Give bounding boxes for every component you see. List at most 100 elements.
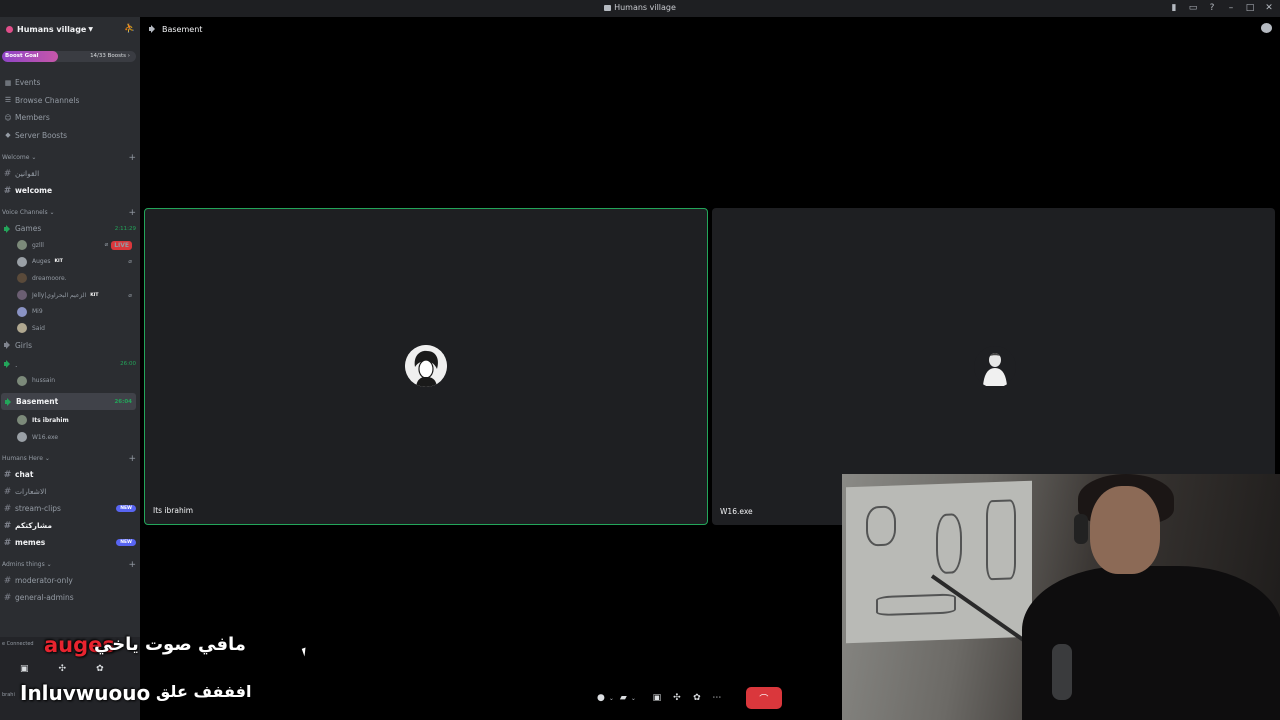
nav-item-members[interactable]: ☺ Members [0, 109, 140, 127]
participant-tile[interactable]: Its ibrahim [144, 208, 708, 525]
text-channel[interactable]: # memes NEW [0, 534, 140, 551]
screen-share-icon: ▣ [652, 693, 662, 703]
add-channel-icon[interactable]: + [128, 454, 136, 464]
chevron-down-icon[interactable]: ⌄ [631, 695, 636, 702]
add-channel-icon[interactable]: + [128, 560, 136, 570]
member-name: W16.exe [32, 433, 59, 441]
voice-channel-games[interactable]: Games 2:11:29 [0, 220, 140, 237]
soundboard-button[interactable]: ✿ [690, 690, 704, 706]
text-channel[interactable]: # مشاركتكم [0, 517, 140, 534]
live-badge: LIVE [111, 240, 132, 250]
screen-share-button[interactable]: ▣ [650, 690, 664, 706]
voice-member[interactable]: gzlll ⌀ LIVE [0, 237, 140, 254]
channel-label: chat [15, 470, 34, 480]
voice-channel-girls[interactable]: Girls [0, 337, 140, 354]
microphone-icon: ● [597, 693, 605, 703]
member-name: gzlll [32, 241, 44, 249]
participant-avatar [974, 346, 1016, 388]
hash-icon: # [3, 469, 12, 480]
speaker-icon [4, 397, 13, 406]
avatar [17, 240, 27, 251]
server-avatar-icon [6, 25, 13, 33]
avatar [17, 415, 27, 426]
text-channel[interactable]: # stream-clips NEW [0, 500, 140, 517]
maximize-icon[interactable]: □ [1245, 2, 1255, 14]
subtitle-username: Inluvwuouo [20, 681, 151, 705]
activity-icon[interactable]: ✣ [59, 664, 67, 674]
voice-member[interactable]: Mi9 [0, 303, 140, 320]
user-name[interactable]: brahi [0, 692, 15, 698]
nav-item-browse-channels[interactable]: ☰ Browse Channels [0, 92, 140, 110]
channel-label: الاشعارات [15, 487, 47, 497]
hash-icon: # [3, 168, 12, 179]
add-channel-icon[interactable]: + [128, 208, 136, 218]
activities-button[interactable]: ✣ [670, 690, 684, 706]
text-channel[interactable]: # general-admins [0, 589, 140, 606]
screen-share-icon[interactable]: ▣ [20, 664, 29, 674]
inbox-icon[interactable]: ▮ [1169, 2, 1179, 14]
channel-label: Basement [16, 397, 59, 407]
window-title: Humans village [0, 3, 1280, 12]
voice-member[interactable]: Said [0, 320, 140, 337]
call-controls: ● ⌄ ▰ ⌄ ▣ ✣ ✿ ⋯ ⌒ [597, 687, 782, 709]
voice-member[interactable]: dreamoore. [0, 270, 140, 287]
boost-goal-bar[interactable]: Boost Goal 14/33 Boosts › [2, 51, 136, 62]
close-icon[interactable]: ✕ [1264, 2, 1274, 14]
hangup-icon: ⌒ [759, 694, 769, 705]
category-label: Admins things [2, 561, 45, 569]
category-admins[interactable]: Admins things ⌄ + [0, 557, 140, 572]
server-name: Humans village [17, 24, 87, 34]
minimize-icon[interactable]: – [1226, 2, 1236, 14]
chevron-down-icon[interactable]: ⌄ [609, 695, 614, 702]
speaker-icon [148, 25, 157, 33]
add-channel-icon[interactable]: + [128, 153, 136, 163]
headset [1074, 514, 1088, 544]
channel-label: . [15, 359, 18, 369]
text-channel[interactable]: # moderator-only [0, 572, 140, 589]
chevron-down-icon: ▼ [88, 25, 93, 33]
disconnect-button[interactable]: ⌒ [745, 687, 782, 709]
channel-label: memes [15, 538, 46, 548]
mic-muted-icon: ⌀ [128, 258, 132, 266]
mic-button[interactable]: ● ⌄ [597, 690, 614, 706]
nav-item-label: Members [15, 113, 50, 123]
window-icon[interactable]: ▭ [1188, 2, 1198, 14]
soundboard-icon[interactable]: ✿ [96, 664, 104, 674]
voice-member[interactable]: W16.exe [0, 429, 140, 446]
hash-icon: # [3, 575, 12, 586]
more-button[interactable]: ⋯ [710, 690, 724, 706]
category-welcome[interactable]: Welcome ⌄ + [0, 150, 140, 165]
boost-count: 14/33 Boosts › [90, 53, 130, 59]
text-channel[interactable]: # القوانين [0, 165, 140, 182]
text-channel[interactable]: # chat [0, 466, 140, 483]
nav-item-events[interactable]: ▦ Events [0, 74, 140, 92]
avatar [17, 256, 27, 267]
server-header[interactable]: Humans village ▼ ⛹ [0, 17, 140, 41]
voice-member[interactable]: Auges KIT ⌀ [0, 254, 140, 271]
member-name: Mi9 [32, 308, 43, 316]
text-channel[interactable]: # الاشعارات [0, 483, 140, 500]
voice-member[interactable]: Its ibrahim [0, 412, 140, 429]
members-icon: ☺ [4, 113, 12, 122]
channel-timer: 26:04 [114, 398, 132, 405]
camera-button[interactable]: ▰ ⌄ [620, 690, 636, 706]
subtitle-text: مافي صوت ياخي [94, 634, 246, 655]
voice-member[interactable]: Jelly|الزعيم البحراوي KIT ⌀ [0, 287, 140, 304]
invite-icon[interactable]: ⛹ [124, 24, 135, 34]
category-humans-here[interactable]: Humans Here ⌄ + [0, 451, 140, 466]
avatar [17, 290, 27, 301]
voice-member[interactable]: hussain [0, 373, 140, 390]
member-name: dreamoore. [32, 274, 67, 282]
chat-bubble-icon[interactable] [1261, 23, 1272, 33]
category-voice[interactable]: Voice Channels ⌄ + [0, 205, 140, 220]
whiteboard [846, 480, 1032, 644]
hash-icon: # [3, 185, 12, 196]
help-icon[interactable]: ? [1207, 2, 1217, 14]
nav-item-server-boosts[interactable]: ◆ Server Boosts [0, 127, 140, 145]
mic-muted-icon: ⌀ [104, 240, 109, 248]
voice-channel-dot[interactable]: . 26:00 [0, 356, 140, 373]
text-channel[interactable]: # welcome [0, 182, 140, 199]
member-status-icons: ⌀ [128, 258, 132, 265]
member-name: Said [32, 324, 45, 332]
voice-channel-basement[interactable]: Basement 26:04 [1, 393, 136, 411]
